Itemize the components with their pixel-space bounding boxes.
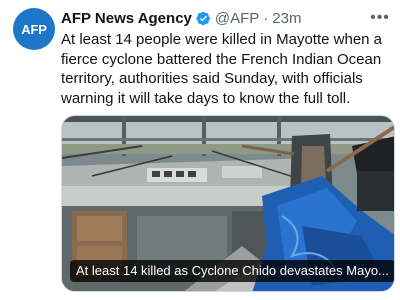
author-name[interactable]: AFP News Agency bbox=[61, 10, 192, 27]
verified-badge-icon bbox=[196, 11, 210, 25]
more-options-icon[interactable]: ••• bbox=[370, 8, 390, 28]
tweet-media[interactable]: At least 14 killed as Cyclone Chido deva… bbox=[61, 115, 395, 292]
media-caption: At least 14 killed as Cyclone Chido deva… bbox=[70, 260, 394, 282]
tweet-header: AFP News Agency @AFP · 23m bbox=[61, 8, 301, 28]
timestamp[interactable]: 23m bbox=[272, 10, 301, 27]
author-handle[interactable]: @AFP bbox=[215, 10, 259, 27]
avatar-logo-text: AFP bbox=[21, 21, 47, 37]
separator-dot: · bbox=[263, 9, 269, 27]
avatar[interactable]: AFP bbox=[13, 8, 55, 50]
tweet-text: At least 14 people were killed in Mayott… bbox=[61, 31, 383, 107]
tweet-card[interactable]: AFP AFP News Agency @AFP · 23m ••• At le… bbox=[0, 0, 400, 300]
